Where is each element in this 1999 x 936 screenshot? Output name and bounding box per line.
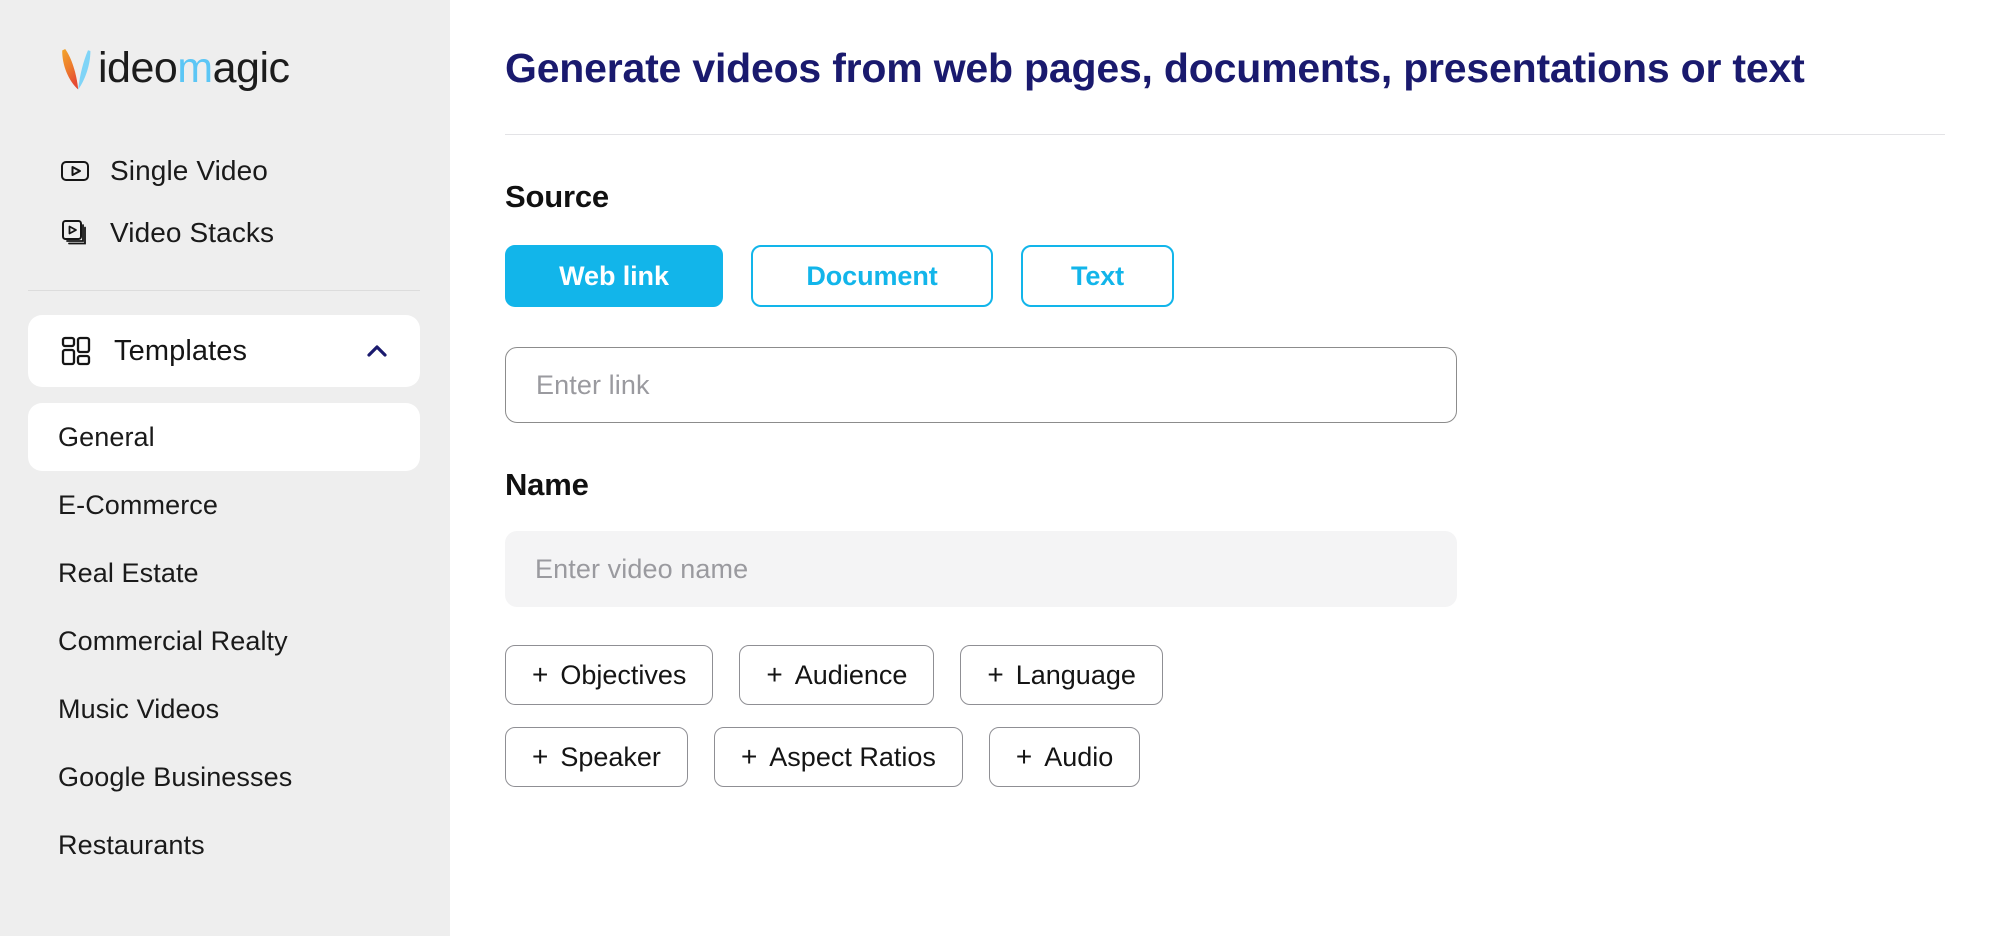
list-item-label: E-Commerce: [58, 489, 219, 520]
list-item-label: Restaurants: [58, 829, 205, 860]
chip-label: Aspect Ratios: [769, 741, 936, 772]
name-section-label: Name: [505, 467, 589, 502]
source-type-toggle-group: Web link Document Text: [505, 245, 1999, 307]
source-tab-label: Web link: [559, 260, 669, 291]
sidebar-item-label: Video Stacks: [110, 217, 275, 248]
list-item-label: Music Videos: [58, 693, 220, 724]
chip-label: Audio: [1044, 741, 1114, 772]
options-row-secondary: + Speaker + Aspect Ratios + Audio: [505, 727, 1999, 787]
list-item-label: General: [58, 421, 155, 452]
link-input-placeholder: Enter link: [536, 369, 650, 400]
add-aspect-ratios-button[interactable]: + Aspect Ratios: [713, 727, 963, 787]
template-item-google-businesses[interactable]: Google Businesses: [0, 743, 450, 811]
plus-icon: +: [1015, 741, 1033, 772]
template-item-restaurants[interactable]: Restaurants: [0, 811, 450, 879]
brand-logo[interactable]: ideomagic: [0, 0, 450, 120]
plus-icon: +: [532, 741, 549, 772]
sidebar-item-single-video[interactable]: Single Video: [0, 140, 450, 202]
template-item-music-videos[interactable]: Music Videos: [0, 675, 450, 743]
sidebar-item-label: Single Video: [110, 155, 268, 186]
source-tab-text[interactable]: Text: [1021, 245, 1174, 307]
plus-icon: +: [766, 659, 783, 690]
source-tab-label: Document: [806, 260, 938, 291]
chip-label: Language: [1015, 659, 1136, 690]
video-name-input-placeholder: Enter video name: [535, 553, 749, 584]
chip-label: Audience: [794, 659, 908, 690]
add-speaker-button[interactable]: + Speaker: [505, 727, 688, 787]
add-language-button[interactable]: + Language: [960, 645, 1163, 705]
list-item-label: Commercial Realty: [58, 625, 288, 656]
template-item-general[interactable]: General: [28, 403, 420, 471]
list-item-label: Google Businesses: [58, 761, 293, 792]
template-item-real-estate[interactable]: Real Estate: [0, 539, 450, 607]
header-divider: [505, 134, 1945, 135]
source-tab-web-link[interactable]: Web link: [505, 245, 723, 307]
primary-nav: Single Video Video Stacks: [0, 120, 450, 264]
sidebar-item-templates[interactable]: Templates: [28, 315, 420, 387]
plus-icon: +: [740, 741, 758, 772]
sidebar-divider: [28, 290, 420, 291]
sidebar-item-video-stacks[interactable]: Video Stacks: [0, 202, 450, 264]
source-tab-document[interactable]: Document: [751, 245, 993, 307]
template-item-e-commerce[interactable]: E-Commerce: [0, 471, 450, 539]
plus-icon: +: [987, 659, 1004, 690]
app-root: ideomagic Single Video Video Stacks Temp…: [0, 0, 1999, 936]
list-item-label: Real Estate: [58, 557, 199, 588]
add-audio-button[interactable]: + Audio: [988, 727, 1141, 787]
source-tab-label: Text: [1070, 260, 1125, 291]
single-video-icon: [58, 154, 92, 188]
video-name-input[interactable]: Enter video name: [505, 531, 1457, 607]
options-row-primary: + Objectives + Audience + Language: [505, 645, 1999, 705]
add-objectives-button[interactable]: + Objectives: [505, 645, 714, 705]
page-title: Generate videos from web pages, document…: [505, 45, 1805, 91]
video-stacks-icon: [58, 216, 92, 250]
brand-name: ideomagic: [98, 44, 290, 92]
link-input[interactable]: Enter link: [505, 347, 1457, 423]
chip-label: Objectives: [560, 659, 687, 690]
main-content: Generate videos from web pages, document…: [450, 0, 1999, 936]
source-section-label: Source: [505, 179, 609, 214]
chip-label: Speaker: [560, 741, 661, 772]
plus-icon: +: [532, 659, 549, 690]
template-item-commercial-realty[interactable]: Commercial Realty: [0, 607, 450, 675]
chevron-up-icon[interactable]: [360, 334, 394, 368]
grid-layout-icon: [58, 333, 94, 369]
templates-list: General E-Commerce Real Estate Commercia…: [0, 403, 450, 879]
templates-label: Templates: [114, 334, 248, 367]
add-audience-button[interactable]: + Audience: [739, 645, 935, 705]
sidebar: ideomagic Single Video Video Stacks Temp…: [0, 0, 450, 936]
leaf-v-logo-icon: [62, 49, 91, 90]
